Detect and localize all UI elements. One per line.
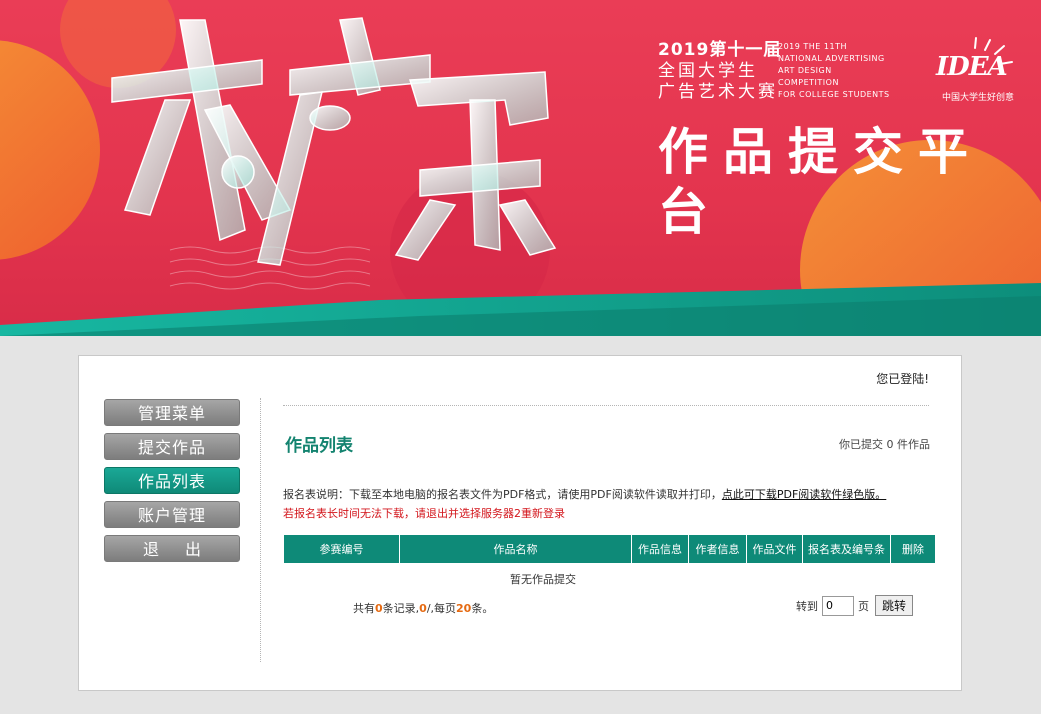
page-unit-label: 页 (857, 599, 869, 613)
page-title: 作品列表 (285, 436, 353, 456)
registration-note-text: 报名表说明：下载至本地电脑的报名表文件为PDF格式，请使用PDF阅读软件读取并打… (283, 488, 722, 501)
submitted-count: 你已提交 0 件作品 (839, 438, 930, 451)
sidebar-menu: 管理菜单 提交作品 作品列表 账户管理 退出 (104, 399, 240, 569)
column-header: 报名表及编号条 (802, 534, 891, 564)
column-header: 删除 (890, 534, 936, 564)
column-header: 作品名称 (399, 534, 632, 564)
column-header: 作者信息 (688, 534, 747, 564)
logo-subtitle: 中国大学生好创意 (942, 93, 1015, 103)
banner-en-line: NATIONAL ADVERTISING (778, 54, 885, 63)
horizontal-divider (283, 405, 929, 406)
page-number-input[interactable] (821, 595, 854, 616)
server-warning: 若报名表长时间无法下载，请退出并选择服务器2重新登录 (283, 507, 565, 520)
banner-title-line3: 广告艺术大赛 (658, 82, 778, 102)
banner-en-line: ART DESIGN (778, 66, 832, 75)
pager-suffix: 条。 (471, 602, 494, 615)
works-table: 参赛编号 作品名称 作品信息 作者信息 作品文件 报名表及编号条 删除 (283, 534, 936, 564)
sidebar-item-submit-work[interactable]: 提交作品 (104, 433, 240, 460)
sidebar-item-manage-menu[interactable]: 管理菜单 (104, 399, 240, 426)
column-header: 参赛编号 (283, 534, 400, 564)
total-records: 0 (375, 602, 383, 615)
column-header: 作品文件 (746, 534, 803, 564)
sidebar-item-work-list[interactable]: 作品列表 (104, 467, 240, 494)
per-page: 20 (456, 602, 472, 615)
pager-jump: 转到 页 跳转 (796, 595, 913, 616)
pager-summary: 共有0条记录,0/,每页20条。 (353, 600, 493, 616)
registration-note: 报名表说明：下载至本地电脑的报名表文件为PDF格式，请使用PDF阅读软件读取并打… (283, 486, 886, 502)
banner-en-line: 2019 THE 11TH (778, 42, 847, 51)
banner-title-line2: 全国大学生 (658, 61, 758, 81)
banner-en-line: FOR COLLEGE STUDENTS (778, 90, 890, 99)
platform-title: 作品提交平台 (658, 123, 983, 241)
pdf-reader-download-link[interactable]: 点此可下载PDF阅读软件绿色版。 (722, 488, 886, 501)
column-header: 作品信息 (631, 534, 689, 564)
logo-wordmark: IDEA (936, 52, 1008, 82)
main-content: 作品列表 你已提交 0 件作品 报名表说明：下载至本地电脑的报名表文件为PDF格… (283, 356, 943, 692)
jump-button[interactable]: 跳转 (874, 595, 913, 616)
sidebar-item-account[interactable]: 账户管理 (104, 501, 240, 528)
current-page: 0 (419, 602, 427, 615)
banner-year-title: 2019第十一届 (658, 40, 782, 60)
banner-en-line: COMPETITION (778, 78, 839, 87)
sidebar-item-logout[interactable]: 退出 (104, 535, 240, 562)
pager-prefix: 共有 (353, 602, 375, 615)
content-panel: 您已登陆! 管理菜单 提交作品 作品列表 账户管理 退出 作品列表 你已提交 0… (78, 355, 962, 691)
pager-slash: /,每页 (426, 602, 457, 615)
empty-table-message: 暂无作品提交 (510, 573, 576, 586)
goto-label: 转到 (795, 599, 818, 613)
pager-records-label: 条记录, (382, 602, 420, 615)
banner: 2019第十一届 全国大学生 广告艺术大赛 2019 THE 11TH NATI… (0, 0, 1041, 336)
vertical-divider (260, 398, 261, 662)
table-header-row: 参赛编号 作品名称 作品信息 作者信息 作品文件 报名表及编号条 删除 (283, 534, 936, 564)
idea-logo: IDEA 中国大学生好创意 (936, 40, 1032, 104)
